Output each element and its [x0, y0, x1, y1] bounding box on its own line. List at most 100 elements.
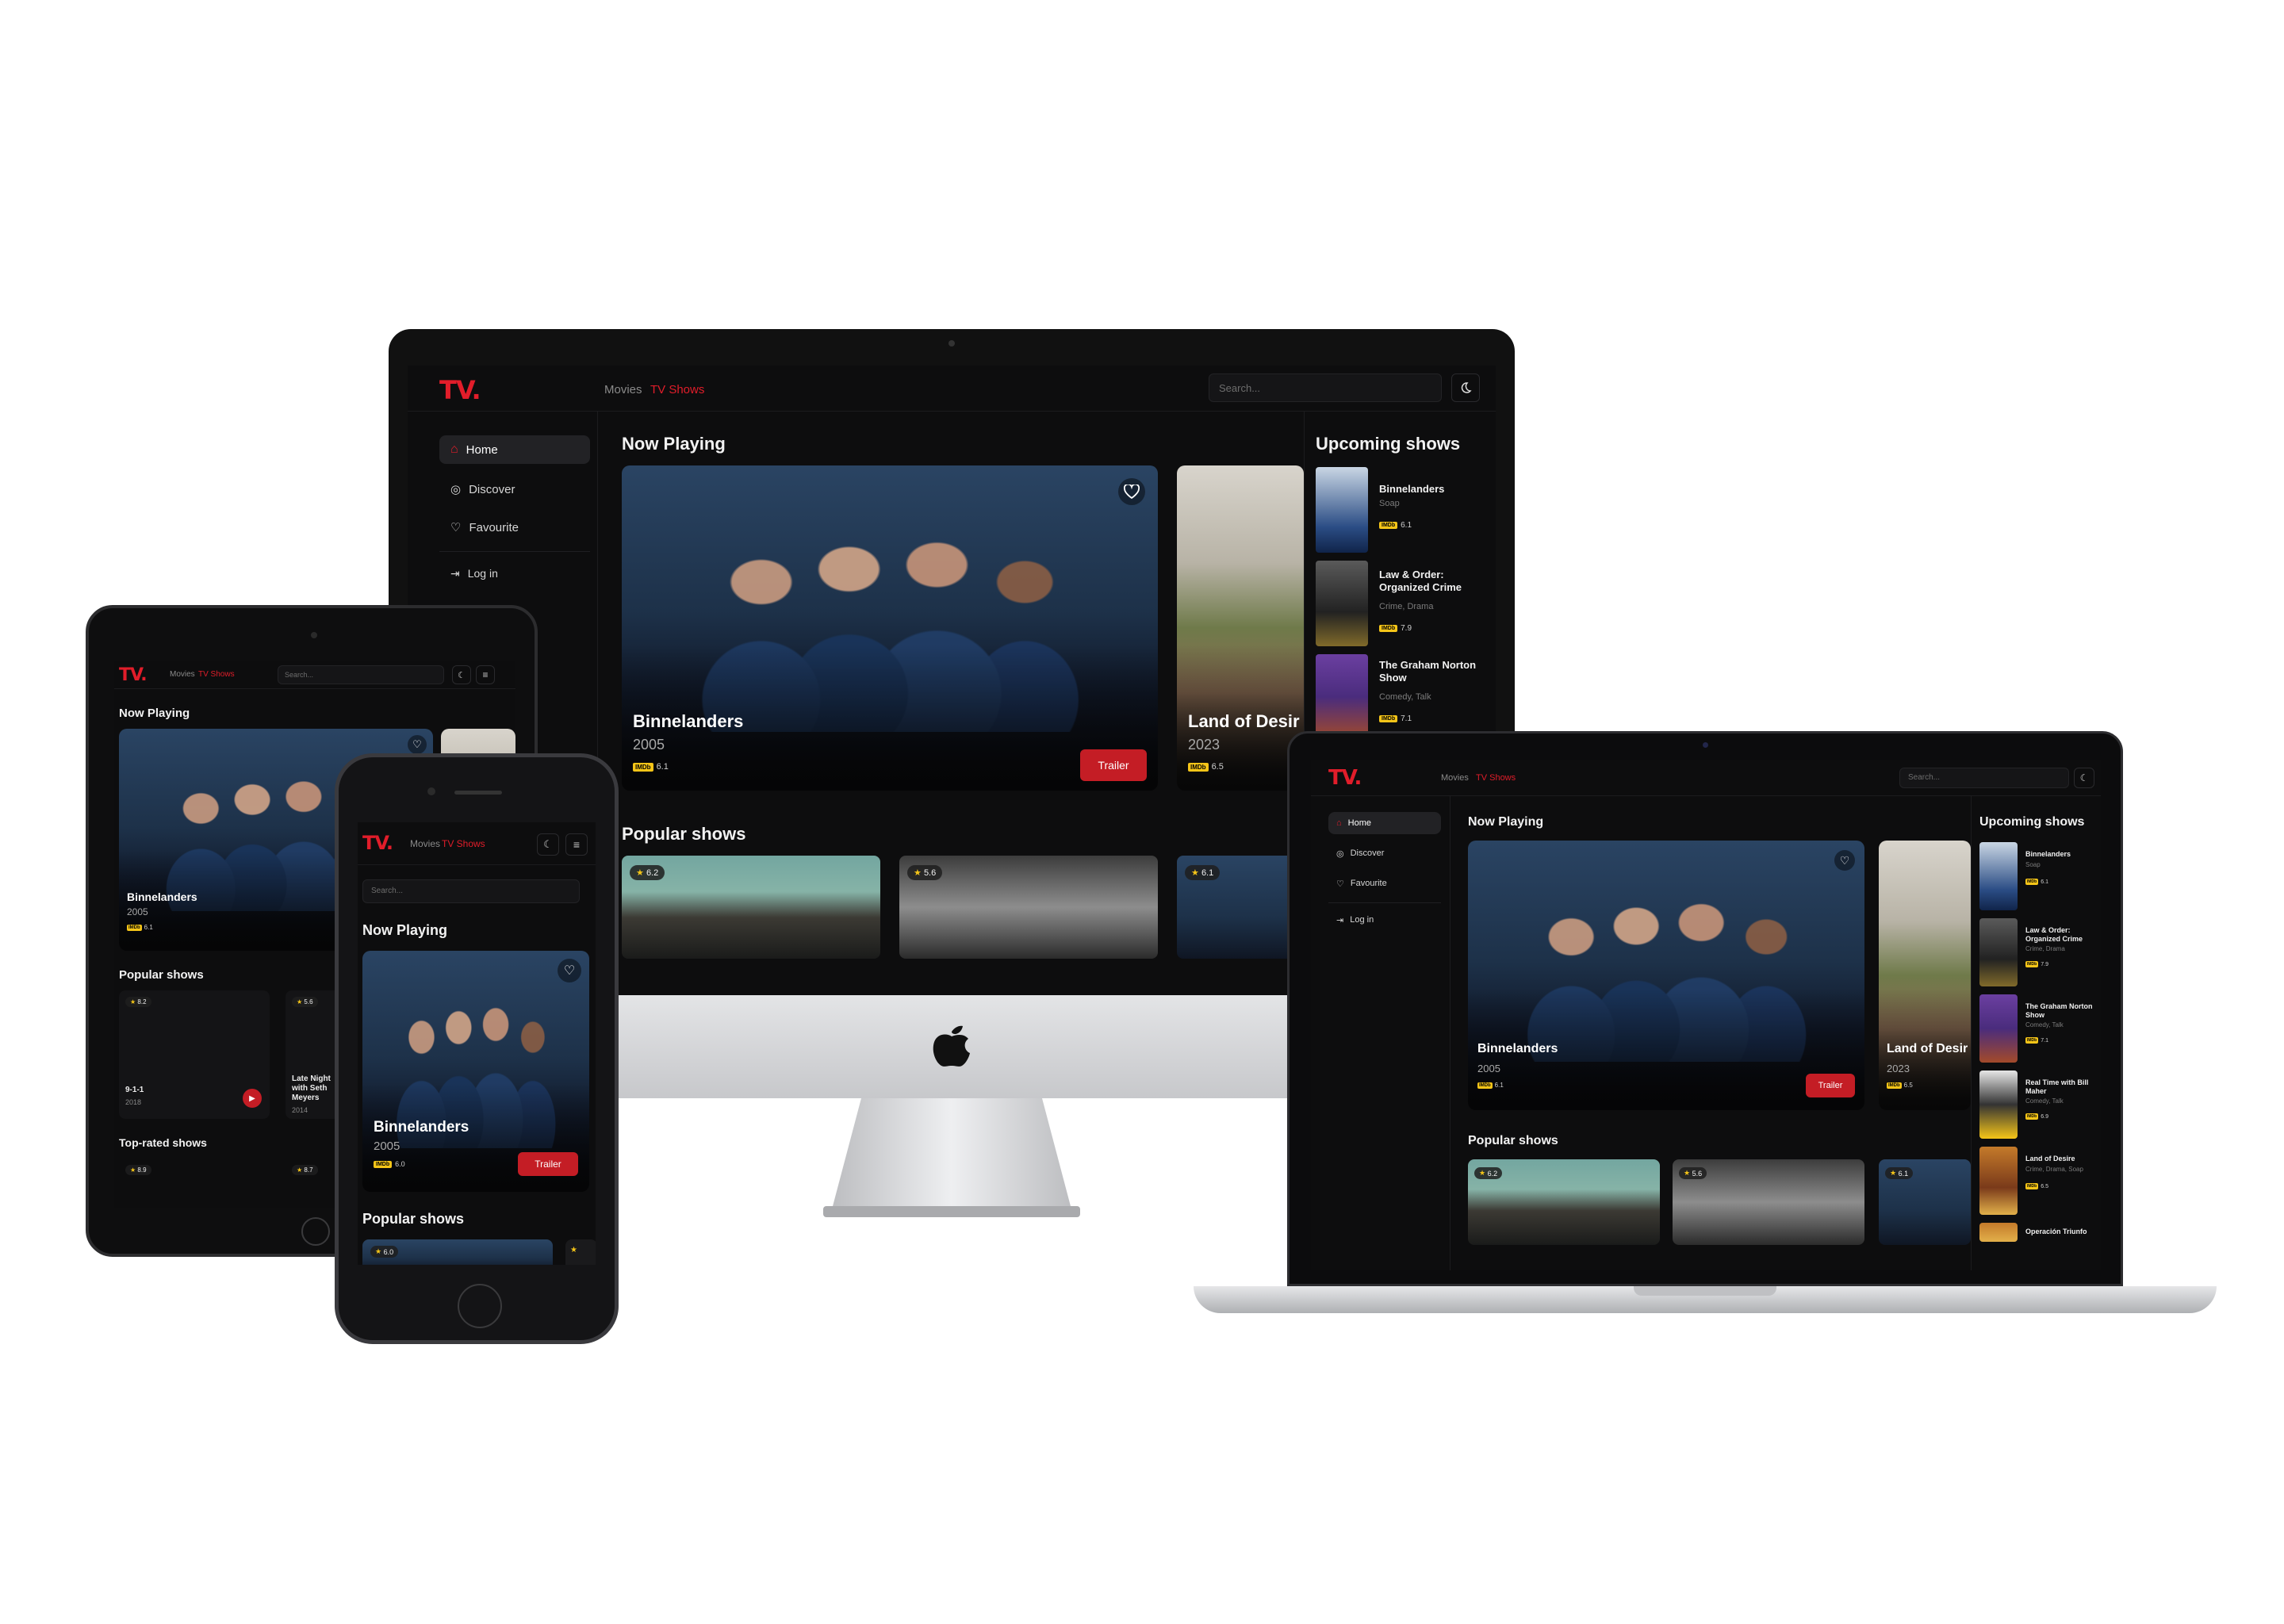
theme-toggle-button[interactable]: ☾ [452, 665, 471, 684]
desktop-stand [833, 1098, 1071, 1207]
trailer-button[interactable]: Trailer [1080, 749, 1147, 781]
menu-icon: ≡ [482, 669, 489, 680]
heart-icon: ♡ [1336, 879, 1344, 889]
upcoming-poster [1316, 467, 1368, 553]
nav-tv-shows[interactable]: TV Shows [650, 383, 704, 396]
search-input[interactable]: Search... [278, 665, 444, 684]
sidebar-item-favourite[interactable]: ♡ Favourite [1328, 872, 1441, 894]
star-icon: ★ [130, 998, 136, 1005]
laptop-camera [1703, 742, 1708, 748]
sidebar-divider [439, 551, 590, 552]
star-icon: ★ [130, 1166, 136, 1174]
trailer-button[interactable]: Trailer [1806, 1074, 1855, 1097]
upcoming-item[interactable]: Law & Order: Organized Crime Crime, Dram… [1316, 561, 1490, 648]
upcoming-item[interactable]: Binnelanders Soap IMDb 6.1 [1316, 467, 1490, 554]
home-icon: ⌂ [1336, 818, 1342, 828]
heart-icon: ♡ [450, 521, 462, 534]
sidebar-item-home[interactable]: ⌂ Home [1328, 812, 1441, 834]
upcoming-poster [1979, 842, 2018, 910]
upcoming-panel: Upcoming shows Binnelanders Soap IMDb 6.1 La… [1971, 796, 2101, 1270]
moon-icon: ☾ [543, 838, 553, 850]
popular-card-1[interactable]: ★ 8.2 9-1-1 2018 ▶ [119, 990, 270, 1119]
upcoming-poster [1979, 918, 2018, 986]
upcoming-poster [1979, 1147, 2018, 1215]
popular-card-2[interactable]: ★ 5.6 [899, 856, 1158, 959]
sidebar-item-discover[interactable]: ◎ Discover [1328, 842, 1441, 864]
upcoming-item[interactable]: Land of Desire Crime, Drama, Soap IMDb 6.5 [1979, 1147, 2098, 1216]
rating-badge: ★ 5.6 [907, 865, 943, 880]
hero-year: 2005 [633, 737, 665, 753]
theme-toggle-button[interactable] [1451, 373, 1480, 402]
upcoming-poster [1316, 561, 1368, 646]
desktop-camera [948, 340, 955, 347]
upcoming-poster [1979, 1223, 2018, 1242]
tablet-home-button[interactable] [301, 1217, 330, 1246]
sidebar-item-home[interactable]: ⌂ Home [439, 435, 590, 464]
rating-badge: ★ 6.2 [630, 865, 665, 880]
star-icon: ★ [375, 1247, 382, 1255]
phone-screen: TV. Movies TV Shows ☾ ≡ Search... Now Pl… [358, 822, 596, 1265]
star-icon: ★ [1684, 1169, 1691, 1177]
theme-toggle-button[interactable]: ☾ [537, 833, 559, 856]
phone-speaker [454, 791, 502, 795]
favourite-heart-button[interactable]: ♡ [408, 735, 427, 754]
upcoming-item[interactable]: Operación Triunfo [1979, 1223, 2098, 1242]
hero-card-2[interactable]: Land of Desir 2023 IMDb 6.5 [1879, 841, 1971, 1110]
upcoming-poster [1979, 1071, 2018, 1139]
moon-icon: ☾ [458, 670, 466, 680]
popular-card-2[interactable]: ★ 5.6 [1673, 1159, 1864, 1245]
sidebar-item-favourite[interactable]: ♡ Favourite [439, 513, 590, 542]
phone-camera [427, 787, 435, 795]
now-playing-title: Now Playing [622, 434, 726, 454]
menu-button[interactable]: ≡ [476, 665, 495, 684]
theme-toggle-button[interactable]: ☾ [2074, 768, 2094, 788]
laptop-device: TV. Movies TV Shows Search... ☾ ⌂ Home ◎ D… [1194, 731, 2217, 1334]
nav-movies[interactable]: Movies [604, 383, 642, 396]
compass-icon: ◎ [450, 483, 462, 496]
desktop-stand-base [823, 1206, 1080, 1217]
popular-card-1[interactable]: ★ 6.2 [1468, 1159, 1660, 1245]
star-icon: ★ [1479, 1169, 1486, 1177]
hero-card[interactable]: ♡ Binnelanders 2005 IMDb 6.0 Trailer [362, 951, 589, 1192]
hero-title: Binnelanders [633, 711, 744, 731]
play-icon: ▶ [249, 1094, 255, 1103]
desktop-topbar: TV. Movies TV Shows Search... [408, 366, 1496, 412]
apple-logo-icon [930, 1019, 973, 1068]
upcoming-poster [1979, 994, 2018, 1063]
play-button[interactable]: ▶ [243, 1089, 262, 1108]
favourite-heart-button[interactable] [1118, 478, 1145, 505]
compass-icon: ◎ [1336, 848, 1344, 859]
search-input[interactable]: Search... [1209, 373, 1442, 402]
search-input[interactable]: Search... [1899, 768, 2069, 788]
phone-home-button[interactable] [458, 1284, 502, 1328]
favourite-heart-button[interactable]: ♡ [558, 959, 581, 982]
heart-icon [1124, 485, 1140, 499]
menu-icon: ≡ [573, 838, 581, 851]
sidebar-item-login[interactable]: ⇥ Log in [439, 559, 590, 588]
popular-card-3[interactable]: ★ 6.1 [1879, 1159, 1971, 1245]
sidebar-item-discover[interactable]: ◎ Discover [439, 475, 590, 504]
search-input[interactable]: Search... [362, 879, 580, 903]
popular-shows-title: Popular shows [622, 824, 746, 844]
menu-button[interactable]: ≡ [565, 833, 588, 856]
favourite-heart-button[interactable]: ♡ [1834, 850, 1855, 871]
upcoming-item[interactable]: Binnelanders Soap IMDb 6.1 [1979, 842, 2098, 912]
trailer-button[interactable]: Trailer [518, 1152, 578, 1176]
laptop-notch [1634, 1286, 1776, 1296]
desktop-logo[interactable]: TV. [439, 375, 481, 405]
login-icon: ⇥ [1336, 915, 1344, 925]
hero-card[interactable]: Binnelanders 2005 IMDb 6.1 Trailer [622, 465, 1158, 791]
upcoming-item[interactable]: The Graham Norton Show Comedy, Talk IMDb 7.… [1979, 994, 2098, 1064]
upcoming-item[interactable]: The Graham Norton Show Comedy, Talk IMDb… [1316, 654, 1490, 741]
sidebar-item-login[interactable]: ⇥ Log in [1328, 909, 1441, 931]
star-icon: ★ [570, 1246, 577, 1254]
star-icon: ★ [297, 1166, 303, 1174]
upcoming-item[interactable]: Real Time with Bill Maher Comedy, Talk IMD… [1979, 1071, 2098, 1140]
popular-card-1[interactable]: ★ 6.2 [622, 856, 880, 959]
phone-device: TV. Movies TV Shows ☾ ≡ Search... Now Pl… [335, 753, 619, 1344]
hero2-title: Land of Desir [1188, 711, 1300, 731]
popular-card-1[interactable]: ★ 6.0 [362, 1239, 553, 1265]
hero-card[interactable]: ♡ Binnelanders 2005 IMDb 6.1 Trailer [1468, 841, 1864, 1110]
upcoming-item[interactable]: Law & Order: Organized Crime Crime, Drama… [1979, 918, 2098, 988]
moon-icon: ☾ [2079, 772, 2089, 783]
